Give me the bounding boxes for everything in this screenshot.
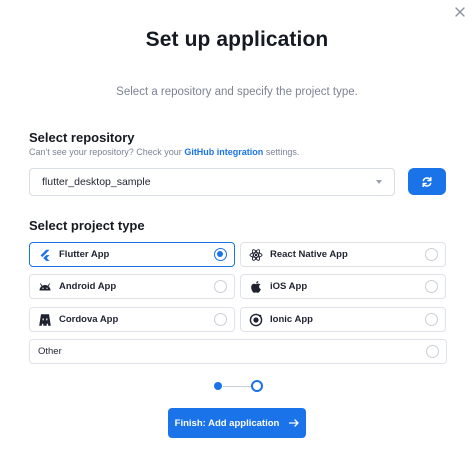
close-icon[interactable] (453, 5, 467, 19)
github-integration-link[interactable]: GitHub integration (184, 147, 263, 157)
finish-add-application-button[interactable]: Finish: Add application (168, 408, 306, 438)
option-ionic-app[interactable]: Ionic App (240, 307, 446, 332)
option-other[interactable]: Other (29, 339, 447, 364)
option-label: Android App (59, 281, 117, 292)
option-label: Flutter App (59, 249, 110, 260)
repository-select-value: flutter_desktop_sample (42, 176, 151, 188)
chevron-down-icon (376, 180, 382, 184)
repository-helper-text: Can't see your repository? Check your Gi… (29, 147, 300, 157)
radio-button[interactable] (214, 248, 227, 261)
radio-button[interactable] (214, 313, 227, 326)
option-react-native-app[interactable]: React Native App (240, 242, 446, 267)
radio-button[interactable] (425, 280, 438, 293)
page-title: Set up application (145, 28, 329, 51)
android-icon (38, 280, 52, 294)
repository-select[interactable]: flutter_desktop_sample (29, 168, 395, 196)
radio-button[interactable] (425, 248, 438, 261)
cordova-icon (38, 313, 52, 327)
step-indicator (214, 380, 263, 392)
option-label: Other (38, 346, 62, 357)
option-ios-app[interactable]: iOS App (240, 274, 446, 299)
step-2-dot (251, 380, 263, 392)
arrow-right-icon (289, 419, 299, 427)
option-cordova-app[interactable]: Cordova App (29, 307, 235, 332)
option-label: Ionic App (270, 314, 313, 325)
step-1-dot (214, 382, 222, 390)
option-label: Cordova App (59, 314, 119, 325)
react-icon (249, 248, 263, 262)
flutter-icon (38, 248, 52, 262)
option-android-app[interactable]: Android App (29, 274, 235, 299)
refresh-icon (422, 176, 432, 187)
page-subtitle: Select a repository and specify the proj… (116, 86, 358, 98)
step-connector (223, 385, 251, 387)
option-label: iOS App (270, 281, 308, 292)
radio-button[interactable] (426, 345, 439, 358)
project-type-heading: Select project type (29, 218, 145, 233)
option-flutter-app[interactable]: Flutter App (29, 242, 235, 267)
ionic-icon (249, 313, 263, 327)
apple-icon (249, 280, 263, 294)
radio-button[interactable] (214, 280, 227, 293)
refresh-repositories-button[interactable] (408, 168, 446, 195)
option-label: React Native App (270, 249, 348, 260)
radio-button[interactable] (425, 313, 438, 326)
repository-heading: Select repository (29, 130, 135, 145)
